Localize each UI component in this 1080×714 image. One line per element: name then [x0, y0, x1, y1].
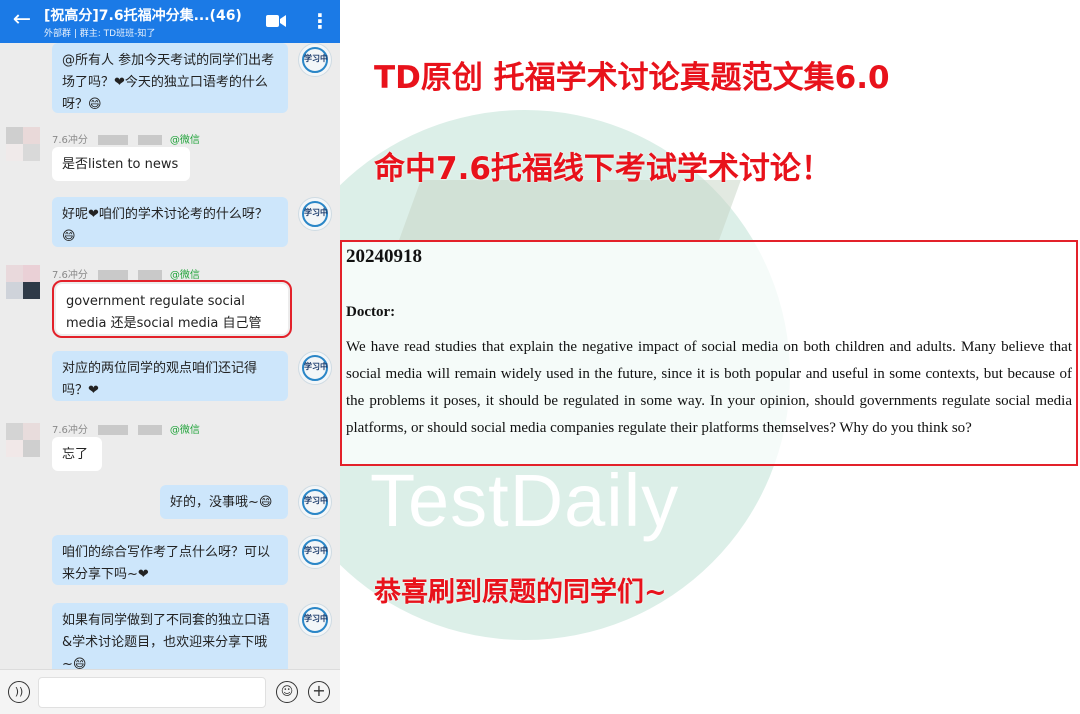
avatar[interactable] — [6, 127, 40, 161]
message-source: @微信 — [169, 270, 200, 281]
avatar[interactable]: 学习中 — [298, 43, 332, 77]
question-box: 20240918 Doctor: We have read studies th… — [340, 240, 1078, 466]
message-text: 咱们的综合写作考了点什么呀？可以来分享下吗~❤ — [62, 545, 271, 582]
blurred-name — [137, 270, 162, 280]
message-text: 好呢❤咱们的学术讨论考的什么呀？😄 — [62, 207, 268, 244]
avatar-label: 学习中 — [304, 54, 328, 63]
emoji-icon[interactable]: ☺ — [276, 681, 298, 703]
watermark-text: TestDaily — [370, 459, 680, 542]
screenshot-root: ← [祝高分]7.6托福冲分集...(46) 外部群 | 群主: TD班班-知了… — [0, 0, 1080, 714]
avatar[interactable]: 学习中 — [298, 197, 332, 231]
message-text: government regulate social media 还是socia… — [66, 294, 262, 331]
question-date: 20240918 — [346, 246, 422, 267]
message-text: 如果有同学做到了不同套的独立口语&学术讨论题目，也欢迎来分享下哦~😄 — [62, 613, 271, 669]
message-bubble-highlighted: government regulate social media 还是socia… — [52, 280, 292, 338]
blurred-name — [137, 135, 162, 145]
chat-header: ← [祝高分]7.6托福冲分集...(46) 外部群 | 群主: TD班班-知了… — [0, 0, 340, 43]
headline-title: TD原创 托福学术讨论真题范文集6.0 — [374, 60, 890, 96]
blurred-name — [97, 425, 128, 435]
avatar-label: 学习中 — [304, 208, 328, 217]
video-call-icon[interactable] — [266, 14, 286, 28]
message-meta: 7.6冲分 @微信 — [52, 131, 200, 146]
input-bar: )) ☺ + — [0, 669, 340, 714]
footer-text: 恭喜刷到原题的同学们~ — [374, 577, 667, 608]
message-text: 对应的两位同学的观点咱们还记得吗？❤ — [62, 361, 258, 398]
message-time: 7.6冲分 — [52, 135, 88, 146]
message-list[interactable]: @所有人 参加今天考试的同学们出考场了吗？❤今天的独立口语考的什么呀？😄 学习中… — [0, 43, 340, 669]
message-bubble: 好的，没事哦~😄 — [160, 485, 288, 519]
message-bubble: 咱们的综合写作考了点什么呀？可以来分享下吗~❤ — [52, 535, 288, 585]
avatar[interactable]: 学习中 — [298, 535, 332, 569]
voice-input-icon[interactable]: )) — [8, 681, 30, 703]
chat-subtitle: 外部群 | 群主: TD班班-知了 — [44, 29, 156, 39]
question-prompt: We have read studies that explain the ne… — [346, 339, 1072, 436]
avatar-label: 学习中 — [304, 496, 328, 505]
message-text: 忘了 — [62, 447, 89, 462]
message-meta: 7.6冲分 @微信 — [52, 266, 200, 281]
plus-icon[interactable]: + — [308, 681, 330, 703]
message-bubble: @所有人 参加今天考试的同学们出考场了吗？❤今天的独立口语考的什么呀？😄 — [52, 43, 288, 113]
blurred-name — [97, 135, 128, 145]
message-bubble: 是否listen to news — [52, 147, 190, 181]
message-bubble: 对应的两位同学的观点咱们还记得吗？❤ — [52, 351, 288, 401]
chat-title: [祝高分]7.6托福冲分集...(46) — [44, 8, 242, 24]
message-source: @微信 — [169, 135, 200, 146]
chat-panel: ← [祝高分]7.6托福冲分集...(46) 外部群 | 群主: TD班班-知了… — [0, 0, 340, 714]
avatar[interactable]: 学习中 — [298, 603, 332, 637]
back-arrow-icon[interactable]: ← — [10, 8, 34, 32]
message-text: 是否listen to news — [62, 157, 179, 172]
more-options-icon[interactable]: ⋮ — [310, 8, 330, 34]
message-bubble: 忘了 — [52, 437, 102, 471]
message-meta: 7.6冲分 @微信 — [52, 421, 200, 436]
headline-subtitle: 命中7.6托福线下考试学术讨论！ — [374, 151, 832, 187]
message-time: 7.6冲分 — [52, 425, 88, 436]
message-source: @微信 — [169, 425, 200, 436]
message-input[interactable] — [38, 677, 266, 708]
graduation-cap-watermark-icon — [399, 180, 741, 240]
poster: TestDaily TD原创 托福学术讨论真题范文集6.0 命中7.6托福线下考… — [340, 0, 1080, 714]
message-text: 好的，没事哦~😄 — [170, 495, 273, 510]
message-text: @所有人 参加今天考试的同学们出考场了吗？❤今天的独立口语考的什么呀？😄 — [62, 53, 275, 112]
avatar[interactable]: 学习中 — [298, 351, 332, 385]
question-role: Doctor: — [346, 304, 396, 320]
avatar[interactable] — [6, 265, 40, 299]
avatar-label: 学习中 — [304, 614, 328, 623]
avatar-label: 学习中 — [304, 362, 328, 371]
blurred-name — [137, 425, 162, 435]
message-time: 7.6冲分 — [52, 270, 88, 281]
avatar[interactable] — [6, 423, 40, 457]
avatar-label: 学习中 — [304, 546, 328, 555]
message-bubble: 好呢❤咱们的学术讨论考的什么呀？😄 — [52, 197, 288, 247]
message-bubble: 如果有同学做到了不同套的独立口语&学术讨论题目，也欢迎来分享下哦~😄 — [52, 603, 288, 669]
blurred-name — [97, 270, 128, 280]
avatar[interactable]: 学习中 — [298, 485, 332, 519]
